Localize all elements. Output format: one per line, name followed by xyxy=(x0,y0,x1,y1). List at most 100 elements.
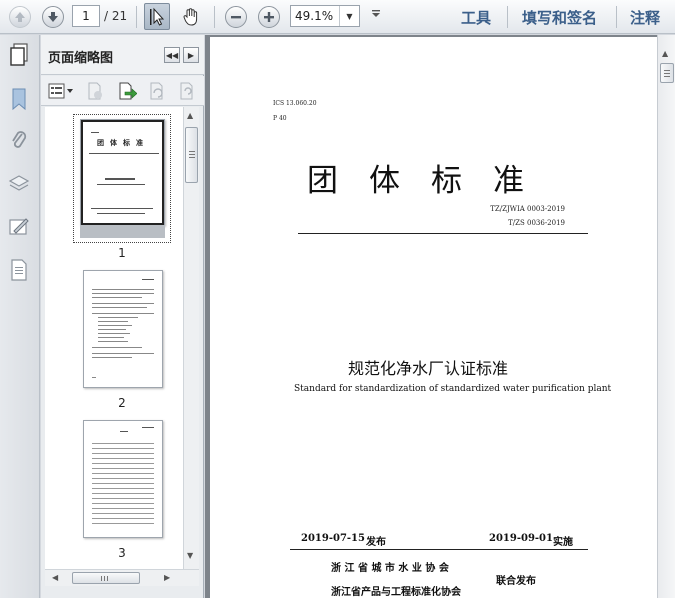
thumbnail-shade xyxy=(80,225,165,238)
document-page: ICS 13.060.20 P 40 团 体 标 准 TZ/ZJWIA 0003… xyxy=(210,37,657,598)
publish-label: 发布 xyxy=(366,537,386,548)
thumbnail-text-line xyxy=(98,321,128,322)
thumbnail-text-line xyxy=(92,493,154,494)
thumbnail-text-line xyxy=(92,503,154,504)
thumbnail-text-line xyxy=(92,303,154,304)
thumbnail-text-line xyxy=(92,513,154,514)
panel-title: 页面缩略图 xyxy=(48,51,114,66)
zoom-out-button[interactable] xyxy=(223,4,249,30)
thumbnail-text-line xyxy=(92,518,154,519)
thumbnail-text-line xyxy=(92,453,154,454)
toolbar-divider xyxy=(507,6,508,28)
footer-rule xyxy=(290,549,588,550)
pages-icon xyxy=(10,43,28,66)
scroll-up-icon[interactable]: ▲ xyxy=(662,49,668,58)
implementation-date: 2019-09-01 xyxy=(489,533,553,544)
scroll-thumb[interactable] xyxy=(185,127,198,183)
hand-icon xyxy=(183,7,198,26)
options-menu-button[interactable] xyxy=(47,82,75,100)
toolbar-divider xyxy=(214,6,215,28)
standard-chinese-title: 规范化净水厂认证标准 xyxy=(348,359,509,378)
fill-sign-menu[interactable]: 填写和签名 xyxy=(522,7,597,28)
issuing-organization-1: 浙 江 省 城 市 水 业 协 会 xyxy=(331,563,449,574)
thumbnail-text-line xyxy=(97,184,145,185)
zoom-level-select[interactable]: 49.1% ▼ xyxy=(290,5,360,27)
standard-english-title: Standard for standardization of standard… xyxy=(294,384,612,394)
scroll-left-icon[interactable]: ◀ xyxy=(52,573,58,582)
arrow-down-icon xyxy=(42,6,64,28)
horizontal-scroll-thumb[interactable] xyxy=(72,572,140,584)
scroll-down-icon[interactable]: ▼ xyxy=(187,551,193,560)
signatures-button[interactable] xyxy=(6,213,32,241)
cursor-icon xyxy=(150,7,165,26)
implementation-label: 实施 xyxy=(553,537,573,548)
plus-icon xyxy=(258,6,280,28)
delete-page-button[interactable] xyxy=(85,82,105,100)
next-page-button[interactable] xyxy=(40,4,66,30)
toolbar-more-icon[interactable] xyxy=(371,9,381,22)
header-rule xyxy=(298,233,588,234)
select-tool-button[interactable] xyxy=(144,3,170,30)
thumbnail-border xyxy=(81,120,164,225)
publish-date: 2019-07-15 xyxy=(301,533,365,544)
rotate-page-button[interactable] xyxy=(147,82,167,100)
delete-page-icon xyxy=(88,82,102,100)
thumbnail-text-line xyxy=(142,279,154,280)
thumbnails-panel: 页面缩略图 ◀◀ ▶ 团体标准 1 2 3 ▲ ▼ ◀ ▶ xyxy=(41,35,204,598)
rotate-icon xyxy=(150,82,163,100)
comment-menu[interactable]: 注释 xyxy=(630,7,660,28)
thumbnail-text-line xyxy=(91,208,153,209)
previous-page-button[interactable] xyxy=(7,4,33,30)
toolbar-divider xyxy=(616,6,617,28)
hand-tool-button[interactable] xyxy=(178,3,204,30)
expand-panel-button[interactable]: ▶ xyxy=(183,47,199,63)
thumbnail-text-line xyxy=(92,307,147,308)
page-number-input[interactable]: 1 xyxy=(72,5,100,27)
zoom-in-button[interactable] xyxy=(256,4,282,30)
thumbnail-text-line xyxy=(92,353,154,354)
signature-pen-icon xyxy=(9,218,29,235)
arrow-up-icon xyxy=(9,6,31,28)
thumbnail-vertical-scrollbar[interactable]: ▲ ▼ xyxy=(183,107,199,584)
thumbnail-text-line xyxy=(97,213,145,214)
thumbnail-text-line xyxy=(98,317,138,318)
thumbnail-text-line xyxy=(92,357,132,358)
document-scroll-thumb[interactable] xyxy=(660,63,674,83)
layers-button[interactable] xyxy=(6,170,32,198)
standard-number-2: T/ZS 0036-2019 xyxy=(508,219,565,227)
thumbnail-title-mark: 团体标准 xyxy=(97,139,149,147)
thumbnail-horizontal-scrollbar[interactable]: ◀ ▶ xyxy=(45,569,199,586)
tools-menu[interactable]: 工具 xyxy=(461,7,491,28)
content-button[interactable] xyxy=(6,256,32,284)
extract-page-button[interactable] xyxy=(177,82,197,100)
scroll-right-icon[interactable]: ▶ xyxy=(164,573,170,582)
page-thumbnails-button[interactable] xyxy=(6,41,32,69)
thumbnail-text-line xyxy=(92,498,154,499)
zoom-level-value: 49.1% xyxy=(295,9,334,23)
thumbnail-page-1[interactable]: 团体标准 xyxy=(80,119,165,238)
thumbnail-page-2[interactable] xyxy=(83,270,163,388)
collapse-panel-button[interactable]: ◀◀ xyxy=(164,47,180,63)
thumbnail-text-line xyxy=(92,297,142,298)
thumbnail-text-line xyxy=(142,427,154,428)
toolbar-divider xyxy=(136,6,137,28)
thumbnail-text-line xyxy=(98,325,132,326)
bookmarks-button[interactable] xyxy=(6,85,32,113)
thumbnail-list[interactable]: 团体标准 1 2 3 xyxy=(45,107,183,584)
main-toolbar: 1 / 21 49.1% ▼ 工具 填写和签名 注释 xyxy=(0,0,675,34)
attachments-button[interactable] xyxy=(6,127,32,155)
thumbnail-page-3[interactable] xyxy=(83,420,163,538)
insert-page-icon xyxy=(119,82,137,100)
chevron-down-icon[interactable]: ▼ xyxy=(339,6,359,26)
document-vertical-scrollbar[interactable]: ▲ xyxy=(657,35,675,598)
joint-issue-label: 联合发布 xyxy=(496,576,536,587)
thumbnail-text-line xyxy=(98,333,130,334)
thumbnail-text-line xyxy=(98,329,126,330)
thumbnail-page-number: 1 xyxy=(118,246,126,260)
thumbnail-text-line xyxy=(92,289,154,290)
layers-icon xyxy=(8,175,30,191)
insert-page-button[interactable] xyxy=(117,82,137,100)
scroll-up-icon[interactable]: ▲ xyxy=(187,111,193,120)
thumbnail-text-line xyxy=(92,313,154,314)
document-viewport[interactable]: ICS 13.060.20 P 40 团 体 标 准 TZ/ZJWIA 0003… xyxy=(205,35,675,598)
